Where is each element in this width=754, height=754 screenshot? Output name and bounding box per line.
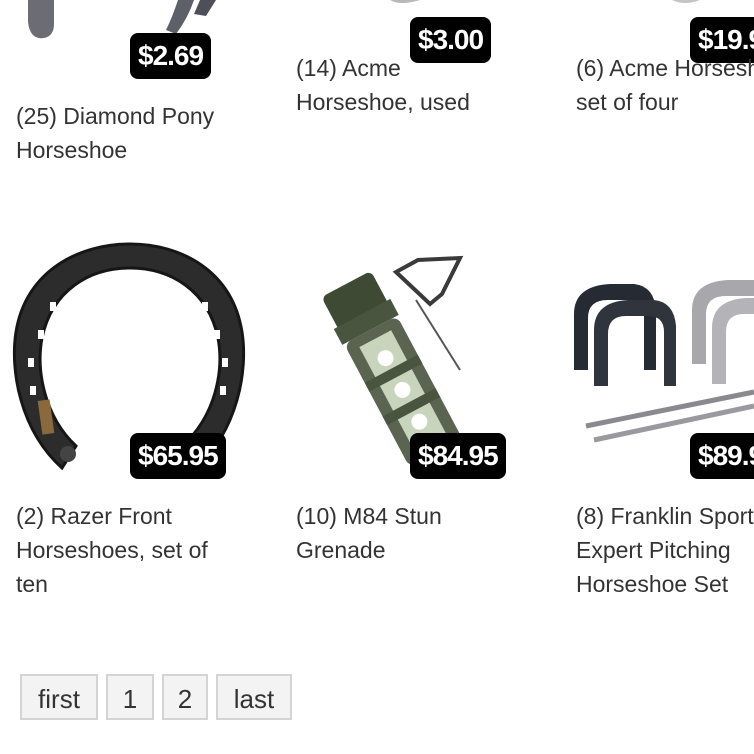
horseshoe-icon[interactable]: [280, 0, 540, 20]
product-title[interactable]: Horseshoe Set: [576, 567, 728, 601]
price-tag: $65.95: [130, 433, 226, 479]
product-title[interactable]: (25) Diamond Pony: [16, 99, 214, 133]
price-tag: $89.9: [690, 433, 754, 479]
product-title[interactable]: ten: [16, 567, 48, 601]
pagination-page-1-button[interactable]: 1: [106, 674, 154, 720]
product-title[interactable]: (14) Acme: [296, 51, 401, 85]
product-title[interactable]: Horseshoe, used: [296, 85, 470, 119]
product-title[interactable]: Expert Pitching: [576, 533, 731, 567]
horseshoe-set-icon[interactable]: [568, 274, 754, 454]
product-title[interactable]: Horseshoe: [16, 133, 127, 167]
product-title[interactable]: (8) Franklin Sport: [576, 499, 754, 533]
product-title[interactable]: Grenade: [296, 533, 386, 567]
product-title[interactable]: Horseshoes, set of: [16, 533, 208, 567]
product-title[interactable]: set of four: [576, 85, 678, 119]
product-title[interactable]: (10) M84 Stun: [296, 499, 442, 533]
price-tag: $84.95: [410, 433, 506, 479]
price-tag: $2.69: [130, 33, 212, 79]
product-title[interactable]: (6) Acme Horsesh: [576, 51, 754, 85]
product-title[interactable]: (2) Razer Front: [16, 499, 172, 533]
pagination-first-button[interactable]: first: [20, 674, 98, 720]
price-tag: $3.00: [410, 17, 492, 63]
pagination-page-2-button[interactable]: 2: [162, 674, 208, 720]
pagination-last-button[interactable]: last: [216, 674, 292, 720]
